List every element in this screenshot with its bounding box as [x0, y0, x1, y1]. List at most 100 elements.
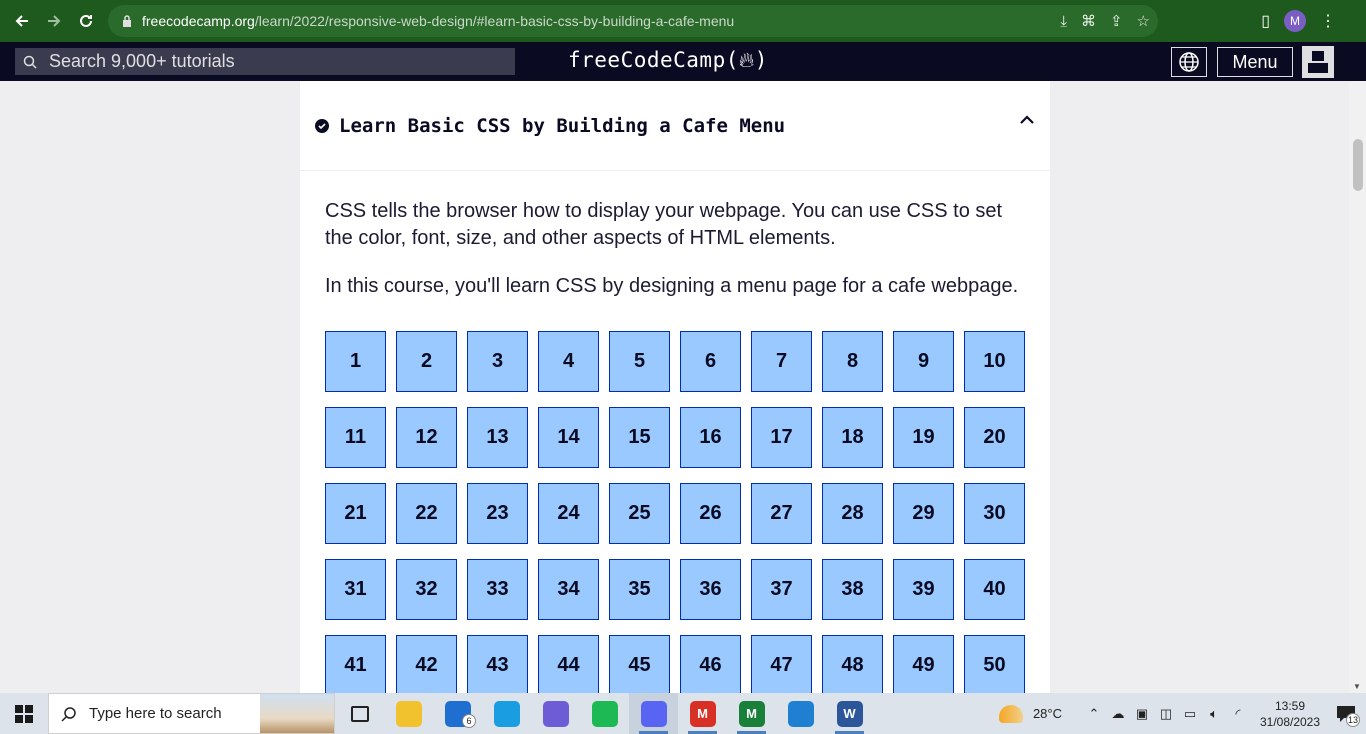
- step-button[interactable]: 34: [538, 559, 599, 620]
- step-button[interactable]: 8: [822, 331, 883, 392]
- taskbar-app-file-explorer[interactable]: [384, 693, 433, 734]
- step-button[interactable]: 30: [964, 483, 1025, 544]
- step-button[interactable]: 1: [325, 331, 386, 392]
- step-button[interactable]: 16: [680, 407, 741, 468]
- step-button[interactable]: 44: [538, 635, 599, 693]
- step-button[interactable]: 47: [751, 635, 812, 693]
- fcc-logo[interactable]: freeCodeCamp(🔥︎): [568, 48, 768, 73]
- taskbar-app-chrome-2[interactable]: M: [727, 693, 776, 734]
- install-icon[interactable]: ⤓: [1060, 13, 1067, 30]
- step-button[interactable]: 2: [396, 331, 457, 392]
- step-button[interactable]: 21: [325, 483, 386, 544]
- step-button[interactable]: 7: [751, 331, 812, 392]
- step-button[interactable]: 40: [964, 559, 1025, 620]
- taskbar-app-task-view[interactable]: [335, 693, 384, 734]
- step-button[interactable]: 25: [609, 483, 670, 544]
- profile-avatar[interactable]: M: [1284, 10, 1306, 32]
- address-bar[interactable]: freecodecamp.org/learn/2022/responsive-w…: [108, 5, 1158, 37]
- step-button[interactable]: 13: [467, 407, 528, 468]
- step-button[interactable]: 24: [538, 483, 599, 544]
- step-button[interactable]: 29: [893, 483, 954, 544]
- taskbar-app-edge[interactable]: [482, 693, 531, 734]
- user-avatar[interactable]: [1302, 46, 1334, 78]
- notification-count: 13: [1346, 713, 1360, 727]
- forward-button[interactable]: [38, 5, 70, 37]
- step-button[interactable]: 4: [538, 331, 599, 392]
- step-button[interactable]: 22: [396, 483, 457, 544]
- step-button[interactable]: 45: [609, 635, 670, 693]
- taskbar-app-chrome-1[interactable]: M: [678, 693, 727, 734]
- step-button[interactable]: 33: [467, 559, 528, 620]
- step-button[interactable]: 9: [893, 331, 954, 392]
- taskbar-app-mail[interactable]: 6: [433, 693, 482, 734]
- taskbar-app-app-hex[interactable]: [531, 693, 580, 734]
- bookmark-star-icon[interactable]: ☆: [1137, 12, 1150, 30]
- block-header[interactable]: Learn Basic CSS by Building a Cafe Menu: [300, 81, 1050, 171]
- step-button[interactable]: 37: [751, 559, 812, 620]
- step-button[interactable]: 11: [325, 407, 386, 468]
- taskbar-app-spotify[interactable]: [580, 693, 629, 734]
- page-scrollbar[interactable]: ▼: [1349, 81, 1366, 693]
- step-button[interactable]: 15: [609, 407, 670, 468]
- scrollbar-thumb[interactable]: [1353, 139, 1363, 191]
- share-icon[interactable]: ⇪: [1110, 12, 1123, 30]
- step-button[interactable]: 48: [822, 635, 883, 693]
- edge-icon: [493, 700, 520, 727]
- step-button[interactable]: 26: [680, 483, 741, 544]
- volume-icon[interactable]: 🔈︎: [1202, 693, 1226, 734]
- wifi-icon[interactable]: ◜: [1226, 693, 1250, 734]
- taskbar-search-input[interactable]: Type here to search: [48, 693, 335, 734]
- step-button[interactable]: 14: [538, 407, 599, 468]
- step-button[interactable]: 12: [396, 407, 457, 468]
- step-button[interactable]: 32: [396, 559, 457, 620]
- step-button[interactable]: 49: [893, 635, 954, 693]
- weather-widget[interactable]: 28°C: [998, 704, 1062, 723]
- camera-icon[interactable]: ◫: [1154, 693, 1178, 734]
- kebab-menu-icon[interactable]: ⋮: [1320, 11, 1336, 31]
- step-button[interactable]: 42: [396, 635, 457, 693]
- notifications-button[interactable]: 13: [1326, 693, 1366, 734]
- step-button[interactable]: 31: [325, 559, 386, 620]
- step-button[interactable]: 17: [751, 407, 812, 468]
- step-button[interactable]: 19: [893, 407, 954, 468]
- reload-button[interactable]: [70, 5, 102, 37]
- clock[interactable]: 13:59 31/08/2023: [1254, 698, 1326, 730]
- vscode-icon: [787, 700, 814, 727]
- taskbar-app-discord[interactable]: [629, 693, 678, 734]
- chevron-up-icon[interactable]: [1018, 111, 1036, 129]
- windows-logo-icon: [15, 704, 33, 723]
- step-button[interactable]: 5: [609, 331, 670, 392]
- taskbar-app-vscode[interactable]: [776, 693, 825, 734]
- translate-icon[interactable]: ⌘: [1081, 12, 1096, 30]
- step-button[interactable]: 23: [467, 483, 528, 544]
- step-button[interactable]: 6: [680, 331, 741, 392]
- start-button[interactable]: [0, 693, 48, 734]
- step-button[interactable]: 35: [609, 559, 670, 620]
- step-button[interactable]: 36: [680, 559, 741, 620]
- step-button[interactable]: 10: [964, 331, 1025, 392]
- search-input[interactable]: Search 9,000+ tutorials: [15, 48, 515, 75]
- step-button[interactable]: 41: [325, 635, 386, 693]
- scroll-down-arrow-icon[interactable]: ▼: [1353, 682, 1361, 691]
- step-button[interactable]: 3: [467, 331, 528, 392]
- search-icon: [23, 55, 37, 69]
- language-button[interactable]: [1171, 47, 1207, 77]
- step-button[interactable]: 38: [822, 559, 883, 620]
- step-button[interactable]: 28: [822, 483, 883, 544]
- system-tray: 28°C ⌃ ☁ ▣ ◫ ▭ 🔈︎ ◜ 13:59 31/08/2023 13: [998, 693, 1366, 734]
- step-button[interactable]: 39: [893, 559, 954, 620]
- menu-button[interactable]: Menu: [1217, 47, 1293, 77]
- step-button[interactable]: 43: [467, 635, 528, 693]
- step-button[interactable]: 18: [822, 407, 883, 468]
- side-panel-icon[interactable]: ▯: [1261, 11, 1270, 31]
- chevron-up-icon[interactable]: ⌃: [1082, 693, 1106, 734]
- battery-icon[interactable]: ▭: [1178, 693, 1202, 734]
- taskbar-app-word[interactable]: W: [825, 693, 874, 734]
- step-button[interactable]: 50: [964, 635, 1025, 693]
- back-button[interactable]: [6, 5, 38, 37]
- step-button[interactable]: 27: [751, 483, 812, 544]
- step-button[interactable]: 20: [964, 407, 1025, 468]
- meet-icon[interactable]: ▣: [1130, 693, 1154, 734]
- onedrive-icon[interactable]: ☁: [1106, 693, 1130, 734]
- step-button[interactable]: 46: [680, 635, 741, 693]
